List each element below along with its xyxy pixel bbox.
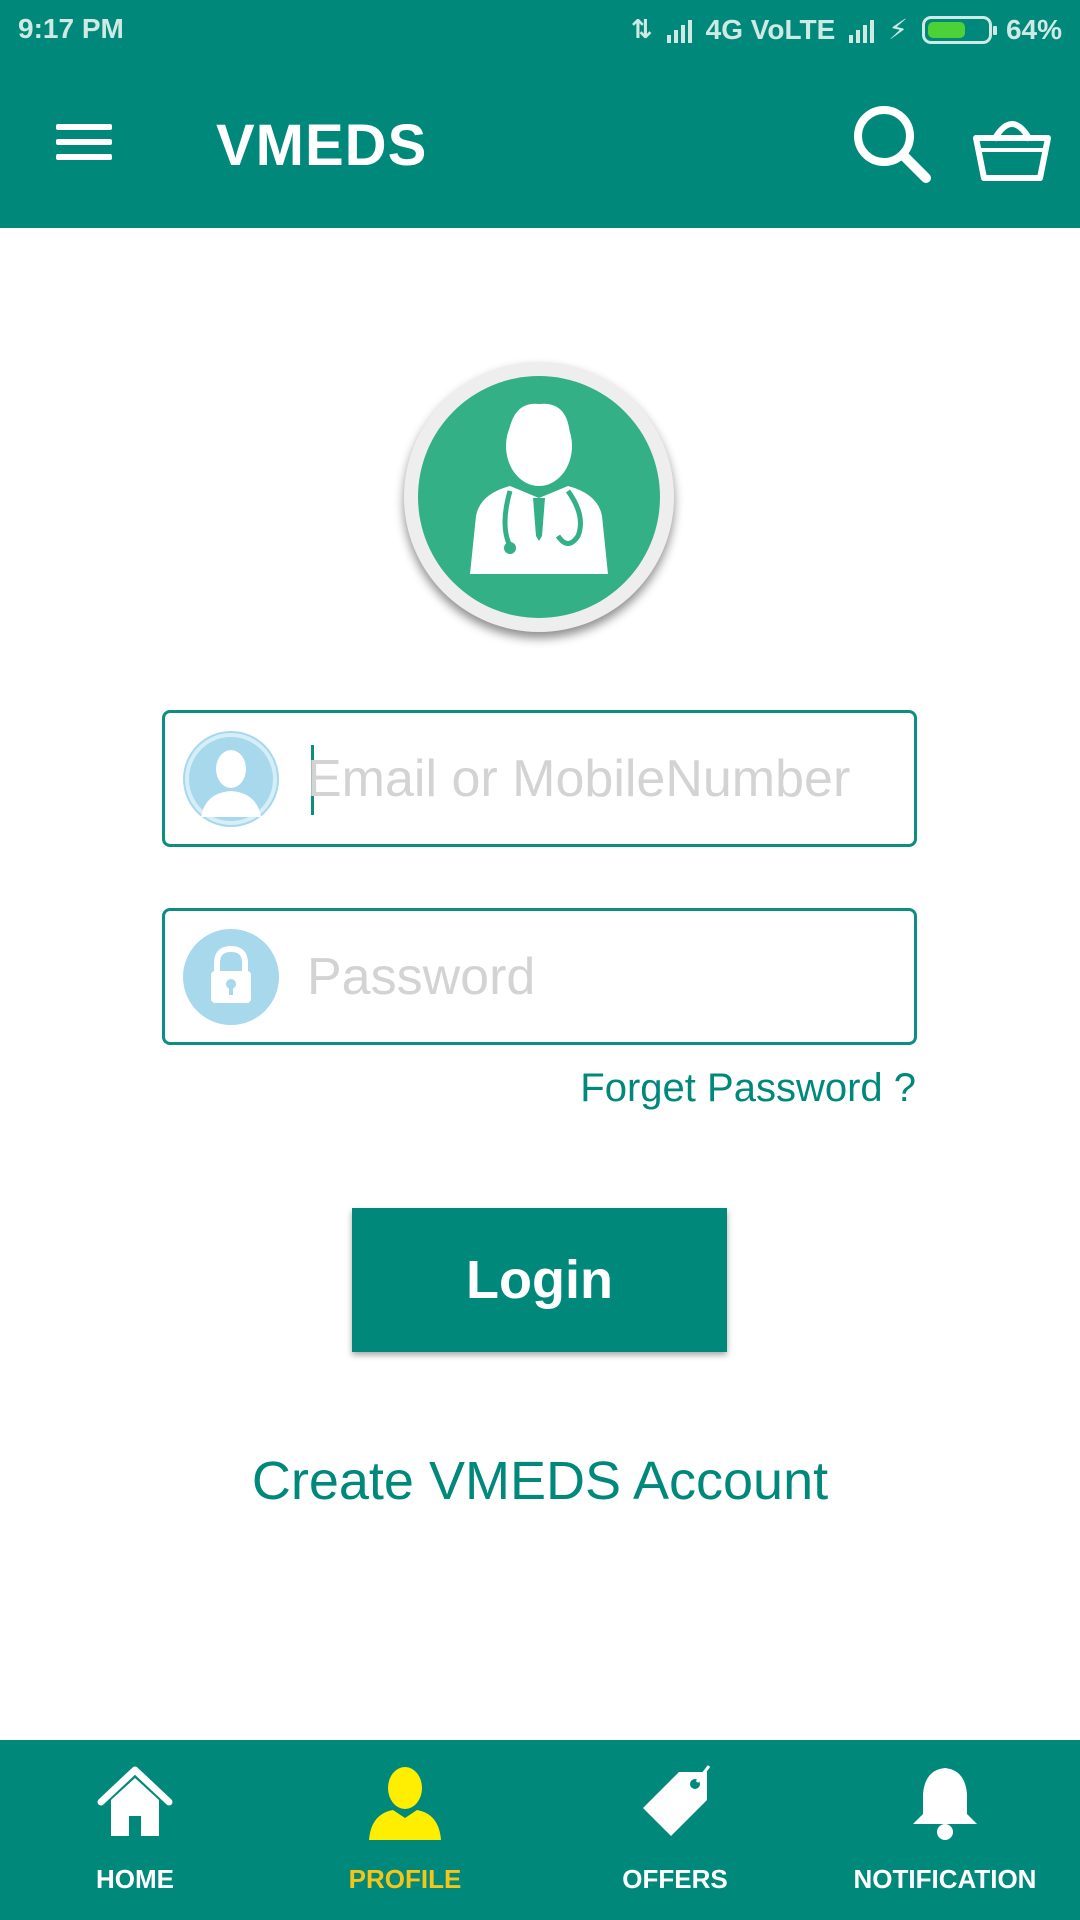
user-icon: [183, 731, 279, 827]
charging-icon: ⚡: [888, 14, 908, 45]
menu-icon[interactable]: [56, 122, 112, 162]
login-button[interactable]: Login: [352, 1208, 727, 1352]
app-bar: VMEDS: [0, 60, 1080, 228]
lock-icon: [183, 929, 279, 1025]
status-bar: 9:17 PM ⇅ 4G VoLTE ⚡ 64%: [0, 0, 1080, 60]
nav-label-home: HOME: [96, 1864, 174, 1894]
cart-icon[interactable]: [972, 110, 1052, 184]
battery-icon: [921, 15, 997, 44]
email-input[interactable]: [307, 731, 897, 827]
nav-label-profile: PROFILE: [348, 1864, 462, 1894]
doctor-icon: [418, 376, 660, 618]
data-transfer-icon: ⇅: [630, 14, 653, 44]
signal-icon-secondary: [849, 17, 875, 43]
battery-fill: [927, 21, 965, 38]
app-title: VMEDS: [216, 113, 428, 178]
network-type: 4G VoLTE: [705, 13, 836, 45]
bell-icon: [913, 1768, 977, 1840]
create-account-link[interactable]: Create VMEDS Account: [0, 1450, 1080, 1512]
battery-percent: 64%: [1005, 13, 1062, 45]
password-field-container: [162, 908, 917, 1045]
profile-icon: [369, 1767, 441, 1840]
bottom-navigation: HOME PROFILE OFFERS NOTIFICATION: [0, 1740, 1080, 1920]
status-time: 9:17 PM: [18, 13, 124, 44]
search-icon[interactable]: [850, 102, 934, 186]
password-input[interactable]: [307, 929, 897, 1025]
nav-item-home[interactable]: HOME: [0, 1740, 270, 1920]
avatar: [404, 362, 674, 632]
email-field-container: [162, 710, 917, 847]
nav-item-notification[interactable]: NOTIFICATION: [810, 1740, 1080, 1920]
forgot-password-link[interactable]: Forget Password ?: [580, 1066, 916, 1111]
nav-item-profile[interactable]: PROFILE: [270, 1740, 540, 1920]
home-icon: [97, 1766, 173, 1836]
signal-icon: [666, 17, 692, 43]
nav-label-offers: OFFERS: [622, 1864, 728, 1894]
status-indicators: ⇅ 4G VoLTE ⚡ 64%: [631, 13, 1062, 46]
nav-label-notification: NOTIFICATION: [853, 1864, 1037, 1894]
nav-item-offers[interactable]: OFFERS: [540, 1740, 810, 1920]
offers-tag-icon: [643, 1765, 711, 1836]
